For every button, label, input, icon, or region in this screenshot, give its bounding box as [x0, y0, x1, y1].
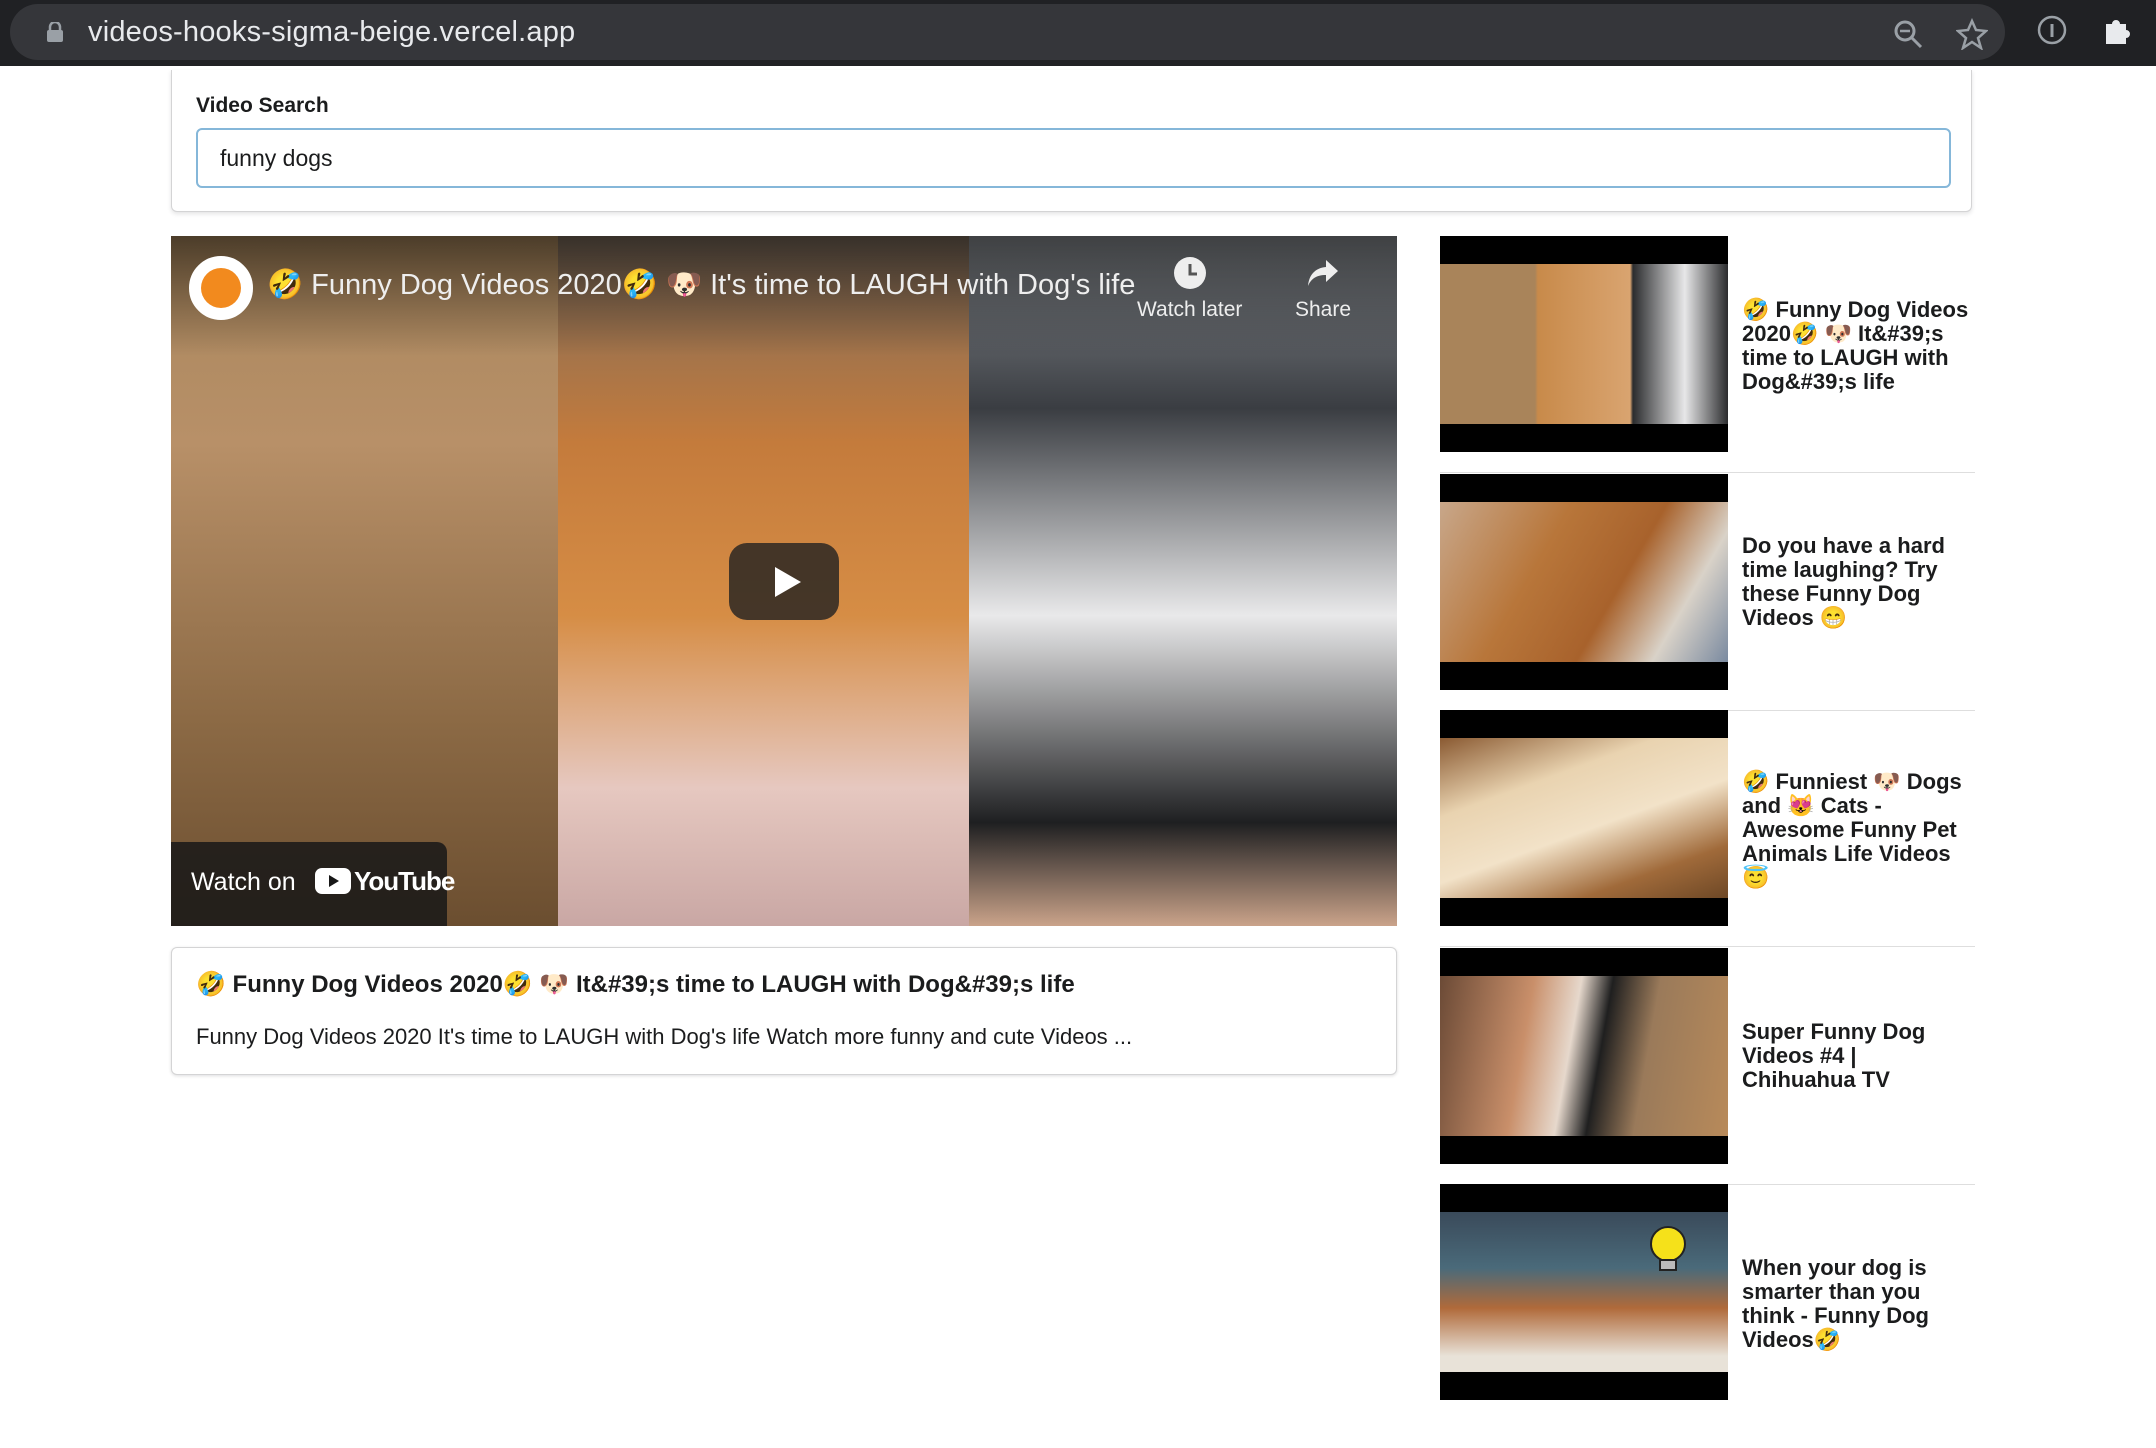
- player-title[interactable]: 🤣 Funny Dog Videos 2020🤣 🐶 It's time to …: [267, 268, 1135, 302]
- watch-on-youtube-button[interactable]: Watch on YouTube: [171, 842, 455, 926]
- video-thumbnail[interactable]: [1440, 710, 1728, 926]
- clock-icon: [1173, 257, 1206, 289]
- zoom-icon[interactable]: [1892, 18, 1924, 50]
- video-thumbnail[interactable]: [1440, 1184, 1728, 1400]
- watch-on-label: Watch on: [191, 868, 296, 896]
- video-thumbnail[interactable]: [1440, 948, 1728, 1164]
- video-detail-title: 🤣 Funny Dog Videos 2020🤣 🐶 It&#39;s time…: [196, 971, 1075, 998]
- watch-later-button[interactable]: Watch later: [1137, 256, 1242, 322]
- video-player[interactable]: 🤣 Funny Dog Videos 2020🤣 🐶 It's time to …: [171, 236, 1397, 926]
- video-detail-card: 🤣 Funny Dog Videos 2020🤣 🐶 It&#39;s time…: [171, 947, 1397, 1075]
- search-input[interactable]: [196, 128, 1951, 188]
- lightbulb-icon: [1650, 1226, 1686, 1271]
- search-bar-card: Video Search: [171, 70, 1972, 212]
- video-list-item[interactable]: Super Funny Dog Videos #4 | Chihuahua TV: [1440, 948, 1975, 1185]
- browser-toolbar: videos-hooks-sigma-beige.vercel.app: [0, 0, 2156, 66]
- bookmark-star-icon[interactable]: [1956, 18, 1988, 50]
- video-list-item-title: 🤣 Funny Dog Videos 2020🤣 🐶 It&#39;s time…: [1742, 297, 1969, 394]
- search-label: Video Search: [196, 94, 329, 117]
- watch-later-label: Watch later: [1137, 298, 1243, 321]
- share-arrow-icon: [1308, 260, 1339, 286]
- channel-avatar[interactable]: [189, 256, 253, 320]
- video-list-item[interactable]: When your dog is smarter than you think …: [1440, 1184, 1975, 1420]
- youtube-wordmark: YouTube: [354, 866, 455, 896]
- video-list-item-title: Super Funny Dog Videos #4 | Chihuahua TV: [1742, 1019, 1926, 1092]
- lock-icon: [47, 22, 63, 42]
- share-label: Share: [1295, 298, 1352, 321]
- video-list-item-title: Do you have a hard time laughing? Try th…: [1742, 533, 1945, 630]
- url-text: videos-hooks-sigma-beige.vercel.app: [88, 16, 576, 48]
- thumbnail-image: [1440, 502, 1728, 662]
- share-button[interactable]: Share: [1295, 256, 1351, 322]
- address-bar[interactable]: videos-hooks-sigma-beige.vercel.app: [10, 4, 2005, 60]
- play-button[interactable]: [729, 543, 839, 620]
- youtube-logo-icon: [315, 868, 351, 894]
- video-list-item-title: 🤣 Funniest 🐶 Dogs and 😻 Cats - Awesome F…: [1742, 769, 1962, 890]
- thumbnail-image: [1440, 264, 1728, 424]
- video-thumbnail[interactable]: [1440, 474, 1728, 690]
- video-list-item[interactable]: 🤣 Funny Dog Videos 2020🤣 🐶 It&#39;s time…: [1440, 236, 1975, 473]
- video-thumbnail[interactable]: [1440, 236, 1728, 452]
- video-list-item[interactable]: Do you have a hard time laughing? Try th…: [1440, 474, 1975, 711]
- thumbnail-image: [1440, 976, 1728, 1136]
- thumbnail-image: [1440, 738, 1728, 898]
- extensions-puzzle-icon[interactable]: [2100, 14, 2132, 46]
- video-list-item[interactable]: 🤣 Funniest 🐶 Dogs and 😻 Cats - Awesome F…: [1440, 710, 1975, 947]
- video-list-item-title: When your dog is smarter than you think …: [1742, 1255, 1929, 1352]
- video-detail-description: Funny Dog Videos 2020 It's time to LAUGH…: [196, 1024, 1133, 1049]
- info-icon[interactable]: [2036, 14, 2068, 46]
